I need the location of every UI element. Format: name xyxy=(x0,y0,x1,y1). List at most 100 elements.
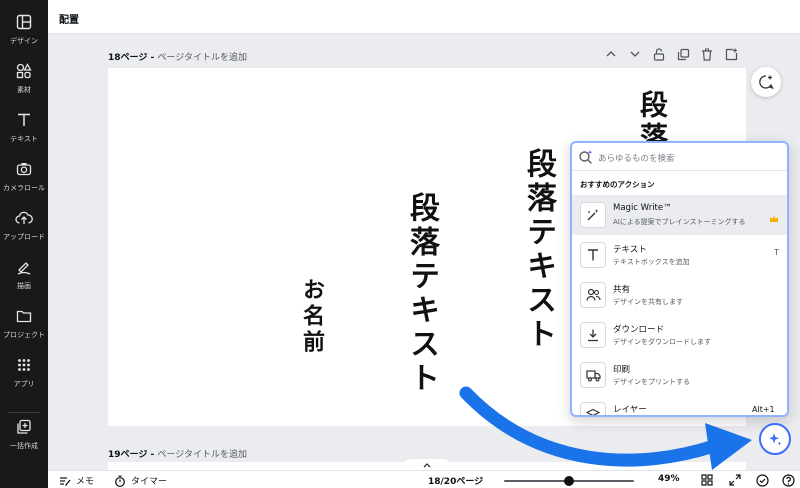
notes-label: メモ xyxy=(76,477,95,487)
sidebar-item-label: 素材 xyxy=(17,86,31,94)
bottom-bar: メモ タイマー 18/20ページ 49% xyxy=(48,470,800,488)
help-icon[interactable] xyxy=(781,473,795,487)
sidebar-item-bulk-create[interactable]: 一括作成 xyxy=(0,417,48,463)
action-desc: AIによる提案でブレインストーミングする xyxy=(613,218,746,226)
action-title: レイヤー xyxy=(613,405,647,415)
sidebar-item-design[interactable]: デザイン xyxy=(0,12,48,58)
panel-search[interactable]: あらゆるものを検索 xyxy=(572,143,787,171)
action-print[interactable]: 印刷 デザインをプリントする xyxy=(572,355,787,395)
draw-icon xyxy=(14,257,34,277)
zoom-slider[interactable] xyxy=(504,476,634,486)
sidebar-item-label: 描画 xyxy=(17,282,31,290)
zoom-value[interactable]: 49% xyxy=(658,474,680,484)
text-icon xyxy=(14,110,34,130)
action-desc: デザインを共有します xyxy=(613,298,683,306)
sidebar-item-label: デザイン xyxy=(10,37,38,45)
timer-label: タイマー xyxy=(131,477,168,487)
sidebar-item-camera-roll[interactable]: カメラロール xyxy=(0,159,48,205)
section-title: おすすめのアクション xyxy=(580,180,655,189)
chevron-up-icon[interactable] xyxy=(604,46,618,62)
search-input[interactable]: あらゆるものを検索 xyxy=(598,152,675,164)
sidebar-item-label: プロジェクト xyxy=(3,331,45,339)
sidebar-item-text[interactable]: テキスト xyxy=(0,110,48,156)
page-separator: - xyxy=(147,450,158,460)
page-label-18[interactable]: 18ページ - ページタイトルを追加 xyxy=(108,50,247,63)
chevron-up-icon xyxy=(422,461,432,469)
camera-icon xyxy=(14,159,34,179)
add-comment-button[interactable] xyxy=(751,67,781,97)
share-people-icon xyxy=(580,282,606,308)
elements-icon xyxy=(14,61,34,81)
download-icon xyxy=(580,322,606,348)
magic-search-icon xyxy=(578,149,594,165)
folder-icon xyxy=(14,306,34,326)
panel-header: 配置 xyxy=(48,0,800,34)
sidebar-item-label: アプリ xyxy=(13,380,35,388)
check-circle-icon[interactable] xyxy=(755,473,769,487)
action-desc: デザインをプリントする xyxy=(613,378,690,386)
chevron-down-icon[interactable] xyxy=(628,46,642,62)
upload-icon xyxy=(14,208,34,228)
sidebar-item-upload[interactable]: アップロード xyxy=(0,208,48,254)
unlock-icon[interactable] xyxy=(652,46,666,62)
sidebar-item-label: テキスト xyxy=(10,135,38,143)
left-sidebar: デザイン 素材 テキスト カメラロール アップロード 描画 プロジェクト アプリ… xyxy=(0,0,48,488)
action-title: ダウンロード xyxy=(613,325,665,335)
page-label-19[interactable]: 19ページ - ページタイトルを追加 xyxy=(108,447,247,460)
grid-view-icon[interactable] xyxy=(700,473,714,487)
sparkle-icon xyxy=(767,431,783,447)
page-toolbar xyxy=(604,46,738,64)
trash-icon[interactable] xyxy=(700,46,714,62)
page-separator: - xyxy=(147,53,158,63)
action-desc: デザインをダウンロードします xyxy=(613,338,711,346)
magic-write-icon xyxy=(580,202,606,228)
sidebar-divider xyxy=(8,412,40,413)
page-counter[interactable]: 18/20ページ xyxy=(428,474,483,487)
page-counter-text: 18/20ページ xyxy=(428,477,484,487)
action-title: 印刷 xyxy=(613,365,631,375)
shortcut-hint: Alt+1 xyxy=(752,405,775,414)
magic-assistant-button[interactable] xyxy=(759,423,791,455)
page-title-input[interactable]: ページタイトルを追加 xyxy=(157,450,247,460)
shortcut-key: T xyxy=(774,248,779,257)
sidebar-item-label: アップロード xyxy=(3,233,45,241)
page-title: 配置 xyxy=(59,15,79,26)
crown-icon xyxy=(769,209,779,222)
sidebar-item-elements[interactable]: 素材 xyxy=(0,61,48,107)
timer-button[interactable]: タイマー xyxy=(114,474,167,487)
sidebar-item-projects[interactable]: プロジェクト xyxy=(0,306,48,352)
timer-icon xyxy=(114,475,126,487)
duplicate-page-icon[interactable] xyxy=(676,46,690,62)
action-desc: テキストボックスを追加 xyxy=(613,258,690,266)
sidebar-item-label: 一括作成 xyxy=(10,442,38,450)
fullscreen-icon[interactable] xyxy=(728,473,742,487)
add-page-icon[interactable] xyxy=(724,46,738,62)
canvas-text-center[interactable]: 段落テキスト xyxy=(404,192,439,396)
print-truck-icon xyxy=(580,362,606,388)
quick-actions-panel: あらゆるものを検索 おすすめのアクション Magic Write™ AIによる提… xyxy=(570,141,789,417)
notes-button[interactable]: メモ xyxy=(59,474,94,487)
comment-plus-icon xyxy=(758,74,774,90)
action-download[interactable]: ダウンロード デザインをダウンロードします xyxy=(572,315,787,355)
zoom-slider-handle[interactable] xyxy=(564,476,575,486)
sidebar-item-label: カメラロール xyxy=(3,184,45,192)
notes-icon xyxy=(59,475,71,487)
layout-icon xyxy=(14,12,34,32)
page-number: 19ページ xyxy=(108,450,148,460)
action-title: Magic Write™ xyxy=(613,203,672,213)
action-magic-write[interactable]: Magic Write™ AIによる提案でブレインストーミングする xyxy=(572,195,787,235)
sidebar-item-apps[interactable]: アプリ xyxy=(0,355,48,401)
action-title: テキスト xyxy=(613,245,647,255)
page-title-input[interactable]: ページタイトルを追加 xyxy=(157,53,247,63)
page-number: 18ページ xyxy=(108,53,148,63)
canvas-text-name[interactable]: お名前 xyxy=(299,278,325,356)
action-text[interactable]: テキスト テキストボックスを追加 T xyxy=(572,235,787,275)
canvas-text-right[interactable]: 段落テキスト xyxy=(521,148,556,352)
apps-icon xyxy=(14,355,34,375)
text-icon xyxy=(580,242,606,268)
zoom-percent: 49% xyxy=(658,474,680,484)
layers-icon xyxy=(580,402,606,415)
sidebar-item-draw[interactable]: 描画 xyxy=(0,257,48,303)
action-share[interactable]: 共有 デザインを共有します xyxy=(572,275,787,315)
action-title: 共有 xyxy=(613,285,631,295)
